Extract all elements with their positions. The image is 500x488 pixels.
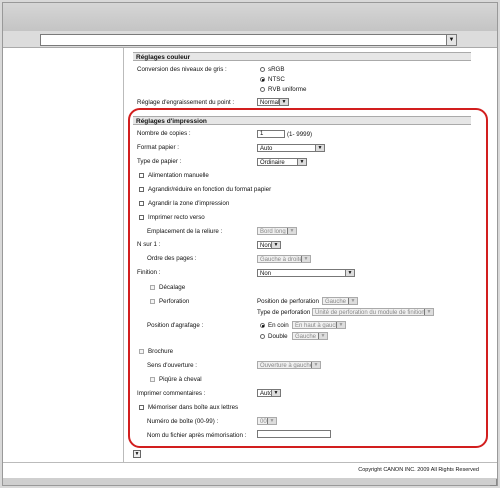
recto-checkbox[interactable] xyxy=(139,215,144,220)
type-perf-select[interactable]: Unité de perforation du module de finiti… xyxy=(312,308,434,316)
section-impression-title: Réglages d'impression xyxy=(133,116,471,125)
copies-input[interactable]: 1 xyxy=(257,130,285,138)
decalage-label: Décalage xyxy=(159,284,186,291)
left-panel xyxy=(3,48,124,462)
nom-fichier-label: Nom du fichier après mémorisation : xyxy=(147,432,247,439)
nsur1-select[interactable]: Non ▼ xyxy=(257,241,281,249)
radio-double-label: Double xyxy=(268,333,288,340)
decalage-checkbox[interactable] xyxy=(150,285,155,290)
ordre-select[interactable]: Gauche à droite ▼ xyxy=(257,255,311,263)
perforation-label: Perforation xyxy=(159,298,190,305)
perforation-checkbox[interactable] xyxy=(150,299,155,304)
highlight-box xyxy=(128,108,488,448)
zone-label: Agrandir la zone d'impression xyxy=(148,200,230,207)
type-label: Type de papier : xyxy=(137,158,182,165)
memoriser-checkbox[interactable] xyxy=(139,405,144,410)
sens-select[interactable]: Ouverture à gauche ▼ xyxy=(257,361,321,369)
brochure-label: Brochure xyxy=(148,348,174,355)
finition-label: Finition : xyxy=(137,269,161,276)
radio-ntsc[interactable] xyxy=(260,77,265,82)
type-select[interactable]: Ordinaire ▼ xyxy=(257,158,307,166)
footer: Copyright CANON INC. 2009 All Rights Res… xyxy=(3,462,497,479)
recto-label: Imprimer recto verso xyxy=(148,214,205,221)
copyright-text: Copyright CANON INC. 2009 All Rights Res… xyxy=(358,467,479,473)
agrafage-label: Position d'agrafage : xyxy=(147,322,204,329)
format-label: Format papier : xyxy=(137,144,179,151)
radio-double[interactable] xyxy=(260,334,265,339)
reliure-select[interactable]: Bord long ▼ xyxy=(257,227,297,235)
radio-srgb[interactable] xyxy=(260,67,265,72)
engraissement-label: Réglage d'engraissement du point : xyxy=(137,99,235,106)
en-coin-select[interactable]: En haut à gauche ▼ xyxy=(292,321,346,329)
zone-checkbox[interactable] xyxy=(139,201,144,206)
ordre-label: Ordre des pages : xyxy=(147,255,197,262)
alim-label: Alimentation manuelle xyxy=(148,172,209,179)
alim-checkbox[interactable] xyxy=(139,173,144,178)
address-field[interactable] xyxy=(40,34,456,46)
agrandir-label: Agrandir/réduire en fonction du format p… xyxy=(148,186,272,193)
nsur1-label: N sur 1 : xyxy=(137,241,161,248)
commentaires-select[interactable]: Auto ▼ xyxy=(257,389,281,397)
memoriser-label: Mémoriser dans boîte aux lettres xyxy=(148,404,239,411)
radio-rvb-uniforme-label: RVB uniforme xyxy=(268,86,307,93)
piqure-label: Piqûre à cheval xyxy=(159,376,202,383)
piqure-checkbox[interactable] xyxy=(150,377,155,382)
copies-range: (1- 9999) xyxy=(287,131,313,138)
numero-label: Numéro de boîte (00-99) : xyxy=(147,418,219,425)
status-bar xyxy=(3,478,497,486)
radio-ntsc-label: NTSC xyxy=(268,76,285,83)
engraissement-select[interactable]: Normal ▼ xyxy=(257,98,289,106)
address-dropdown-button[interactable]: ▼ xyxy=(446,34,457,46)
format-select[interactable]: Auto ▼ xyxy=(257,144,325,152)
scroll-down-icon[interactable]: ▼ xyxy=(133,450,141,458)
radio-en-coin-label: En coin xyxy=(268,322,289,329)
section-couleur-title: Réglages couleur xyxy=(133,52,471,61)
agrandir-checkbox[interactable] xyxy=(139,187,144,192)
sens-label: Sens d'ouverture : xyxy=(147,362,198,369)
pos-perf-label: Position de perforation xyxy=(257,298,319,305)
numero-select[interactable]: 00 ▼ xyxy=(257,417,277,425)
gris-label: Conversion des niveaux de gris : xyxy=(137,66,227,73)
radio-rvb-uniforme[interactable] xyxy=(260,87,265,92)
commentaires-label: Imprimer commentaires : xyxy=(137,390,206,397)
brochure-checkbox[interactable] xyxy=(139,349,144,354)
toolbar xyxy=(3,3,497,32)
resize-grip-icon[interactable] xyxy=(490,479,497,486)
radio-en-coin[interactable] xyxy=(260,323,265,328)
pos-perf-select[interactable]: Gauche ▼ xyxy=(322,297,358,305)
reliure-label: Emplacement de la reliure : xyxy=(147,228,223,235)
finition-select[interactable]: Non ▼ xyxy=(257,269,355,277)
radio-srgb-label: sRGB xyxy=(268,66,285,73)
type-perf-label: Type de perforation xyxy=(257,309,311,316)
copies-label: Nombre de copies : xyxy=(137,130,191,137)
double-select[interactable]: Gauche ▼ xyxy=(292,332,328,340)
nom-fichier-input[interactable] xyxy=(257,430,331,438)
